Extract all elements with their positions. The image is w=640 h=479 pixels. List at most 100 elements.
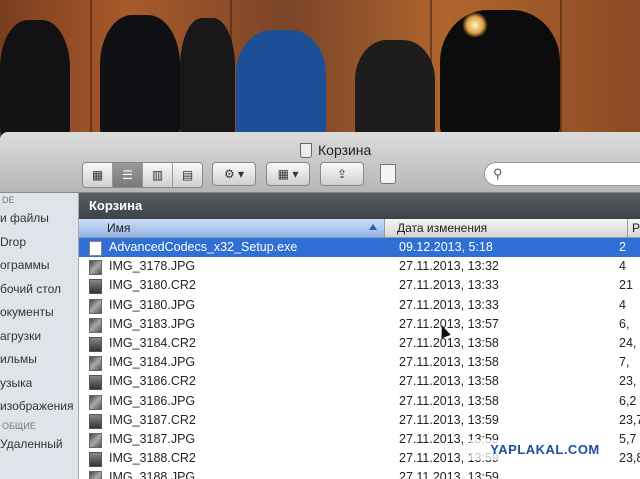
cr2-file-icon [89,336,102,352]
file-size: 21 [619,278,633,293]
coverflow-view-button[interactable]: ▤ [173,163,202,187]
file-name: IMG_3186.CR2 [109,374,196,389]
file-size: 6,2 [619,393,637,408]
file-date: 27.11.2013, 13:59 [399,412,499,427]
file-name: IMG_3187.JPG [109,431,196,446]
trash-icon [300,142,312,158]
file-name: IMG_3188.CR2 [109,451,196,466]
file-name: IMG_3180.CR2 [109,278,196,293]
file-name: IMG_3180.JPG [109,297,196,312]
file-name: IMG_3178.JPG [109,259,196,274]
file-size: 23,7 [619,412,640,427]
titlebar: Корзина ▦ ☰ ▥ ▤ ⚙ ▾ ▦ ▾ ⇪ ⚲ [0,132,640,193]
cr2-file-icon [89,413,102,429]
sidebar-item[interactable]: узыка [0,372,78,396]
blue-coat [236,30,326,140]
file-name: IMG_3183.JPG [109,316,196,331]
file-row[interactable]: AdvancedCodecs_x32_Setup.exe 09.12.2013, … [79,238,640,258]
room-background [0,0,640,140]
empty-trash-button[interactable] [376,162,400,186]
file-date: 27.11.2013, 13:33 [399,278,499,293]
coat [0,20,70,140]
search-input[interactable]: ⚲ [484,162,640,186]
sidebar-item[interactable]: агрузки [0,325,78,349]
file-size: 7, [619,355,630,370]
file-size: 2 [619,240,626,254]
jpg-file-icon [89,394,102,410]
file-size: 24, [619,335,637,350]
cr2-file-icon [89,279,102,295]
date-column-header[interactable]: Дата изменения [397,219,487,237]
file-row[interactable]: IMG_3178.JPG 27.11.2013, 13:32 4 [79,257,640,276]
share-button[interactable]: ⇪ [320,162,364,186]
sidebar-item[interactable]: окументы [0,301,78,325]
file-name: AdvancedCodecs_x32_Setup.exe [109,240,298,254]
file-size: 4 [619,259,626,274]
sidebar-item[interactable]: изображения [0,395,78,419]
grid-arrange-icon: ▦ ▾ [277,167,299,181]
jpg-file-icon [89,432,102,448]
sidebar-item[interactable]: Удаленный [0,433,78,457]
finder-window: Корзина ▦ ☰ ▥ ▤ ⚙ ▾ ▦ ▾ ⇪ ⚲ DE и файлы D… [0,132,640,479]
file-name: IMG_3184.JPG [109,355,196,370]
column-view-button[interactable]: ▥ [143,163,173,187]
file-row[interactable]: IMG_3180.JPG 27.11.2013, 13:33 4 [79,296,640,315]
file-date: 27.11.2013, 13:59 [399,470,499,479]
coat [100,15,180,140]
jpg-file-icon [89,260,102,276]
file-date: 27.11.2013, 13:58 [399,355,499,370]
sidebar-item[interactable]: ограммы [0,254,78,278]
file-row[interactable]: IMG_3184.CR2 27.11.2013, 13:58 24, [79,334,640,353]
file-date: 27.11.2013, 13:58 [399,374,499,389]
sidebar-item[interactable]: и файлы [0,207,78,231]
sidebar-section-header: ОБЩИЕ [2,420,36,431]
file-name: IMG_3187.CR2 [109,412,196,427]
gear-icon: ⚙ ▾ [223,167,245,181]
column-header: Имя Дата изменения Р [79,219,640,238]
list-view-button[interactable]: ☰ [113,163,143,187]
action-button[interactable]: ⚙ ▾ [212,162,256,186]
file-size: 23,8 [619,451,640,466]
jpg-file-icon [89,317,102,333]
file-size: 4 [619,297,626,312]
file-row[interactable]: IMG_3187.CR2 27.11.2013, 13:59 23,7 [79,411,640,430]
file-name: IMG_3188.JPG [109,470,196,479]
cr2-file-icon [89,375,102,391]
sidebar-item[interactable]: бочий стол [0,278,78,302]
name-column-header[interactable]: Имя [79,219,385,237]
file-name: IMG_3186.JPG [109,393,196,408]
share-icon: ⇪ [336,167,348,181]
cr2-file-icon [89,452,102,468]
window-title: Корзина [300,142,371,158]
file-date: 27.11.2013, 13:33 [399,297,499,312]
view-switcher: ▦ ☰ ▥ ▤ [82,162,203,188]
file-row[interactable]: IMG_3184.JPG 27.11.2013, 13:58 7, [79,353,640,372]
exe-file-icon [89,241,102,256]
search-icon: ⚲ [493,166,503,181]
file-date: 27.11.2013, 13:57 [399,316,499,331]
sidebar-item[interactable]: Drop [0,231,78,255]
sidebar-section-header: DE [2,195,15,205]
sort-ascending-icon [369,224,377,230]
size-column-header[interactable]: Р [627,219,640,237]
file-row[interactable]: IMG_3180.CR2 27.11.2013, 13:33 21 [79,276,640,295]
coat [180,18,235,140]
path-bar: Корзина [79,193,640,219]
file-date: 27.11.2013, 13:58 [399,335,499,350]
arrange-button[interactable]: ▦ ▾ [266,162,310,186]
trash-icon [380,164,396,184]
file-date: 09.12.2013, 5:18 [399,240,493,254]
lamp [462,12,488,38]
wood-plank [560,0,562,140]
file-row[interactable]: IMG_3183.JPG 27.11.2013, 13:57 6, [79,315,640,334]
file-row[interactable]: IMG_3186.CR2 27.11.2013, 13:58 23, [79,372,640,391]
jpg-file-icon [89,356,102,372]
file-size: 23, [619,374,637,389]
watermark: YAPLAKAL.COM [470,440,620,460]
sidebar-item[interactable]: ильмы [0,348,78,372]
file-name: IMG_3184.CR2 [109,335,196,350]
file-row[interactable]: IMG_3188.JPG 27.11.2013, 13:59 [79,468,640,479]
icon-view-button[interactable]: ▦ [83,163,113,187]
file-row[interactable]: IMG_3186.JPG 27.11.2013, 13:58 6,2 [79,392,640,411]
coat [440,10,560,140]
